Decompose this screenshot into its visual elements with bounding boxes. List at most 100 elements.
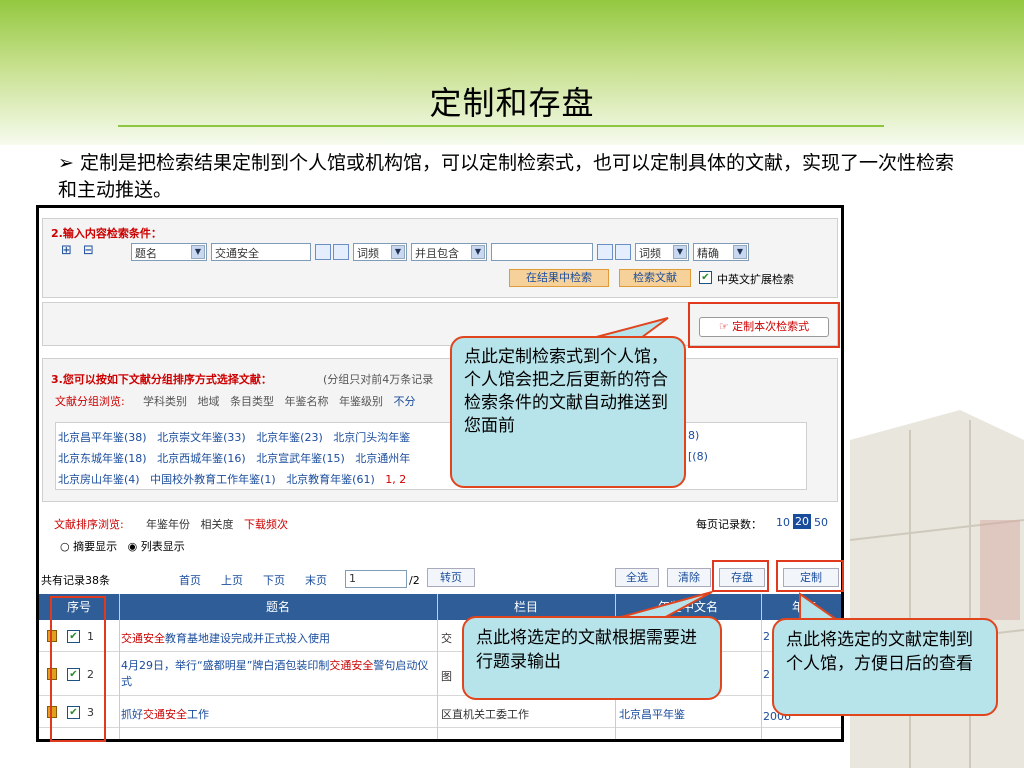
group-link[interactable]: 北京东城年鉴(18) (58, 452, 147, 465)
table-row: ✔ 3 抓好交通安全工作 区直机关工委工作 北京昌平年鉴 2006 (39, 696, 841, 728)
sort-panel: 文献排序浏览: 年鉴年份 相关度 下载频次 每页记录数： 10 20 50 ○ … (42, 508, 838, 568)
sort-by-relevance[interactable]: 相关度 (201, 518, 234, 531)
group-none[interactable]: 不分 (394, 395, 416, 408)
field-select[interactable]: 题名 ▼ (131, 243, 207, 261)
clear-button[interactable]: 清除 (667, 568, 711, 587)
per-page-50[interactable]: 50 (814, 516, 828, 529)
chevron-down-icon: ▼ (191, 245, 205, 259)
group-link[interactable]: 北京西城年鉴(16) (157, 452, 246, 465)
sort-by-year[interactable]: 年鉴年份 (146, 518, 190, 531)
callout-save: 点此将选定的文献根据需要进行题录输出 (462, 616, 722, 700)
group-subject[interactable]: 学科类别 (143, 395, 187, 408)
frequency-select-1[interactable]: 词频 ▼ (353, 243, 407, 261)
callout-customize: 点此将选定的文献定制到个人馆，方便日后的查看 (772, 618, 998, 716)
row-column: 交 (441, 632, 452, 645)
row-column: 区直机关工委工作 (441, 708, 529, 721)
row-title[interactable]: 抓好交通安全工作 (121, 706, 209, 722)
cn-en-label: 中英文扩展检索 (717, 273, 794, 286)
view-mode: ○ 摘要显示 ◉ 列表显示 (60, 538, 185, 554)
group-options: 学科类别 地域 条目类型 年鉴名称 年鉴级别 不分 (143, 393, 416, 409)
radio-list[interactable]: ◉ (128, 540, 138, 553)
query-input-2[interactable] (491, 243, 593, 261)
group-link[interactable]: 北京宣武年鉴(15) (256, 452, 345, 465)
group-link[interactable]: 北京崇文年鉴(33) (157, 431, 246, 444)
dictionary-icon[interactable] (315, 244, 331, 260)
group-region[interactable]: 地域 (198, 395, 220, 408)
group-link[interactable]: 北京教育年鉴(61) (286, 473, 375, 486)
group-link-tail[interactable]: [(8) (688, 450, 708, 463)
screenshot-frame: 2.输入内容检索条件： ⊞ ⊟ 题名 ▼ 交通安全 词频 ▼ 并且包含 ▼ 词频 ▼ 精… (36, 205, 844, 742)
related-words-icon[interactable] (615, 244, 631, 260)
cn-en-checkbox[interactable]: ✔ (699, 271, 712, 284)
query-input-1[interactable]: 交通安全 (211, 243, 311, 261)
row-year: 2 (763, 630, 770, 643)
pager-last[interactable]: 末页 (305, 572, 327, 588)
go-page-button[interactable]: 转页 (427, 568, 475, 587)
slide-title: 定制和存盘 (429, 84, 595, 122)
group-page-links[interactable]: 1, 2 (385, 473, 406, 486)
frequency-select-2[interactable]: 词频 ▼ (635, 243, 689, 261)
pager-first[interactable]: 首页 (179, 572, 201, 588)
sort-options: 年鉴年份 相关度 下载频次 (146, 516, 288, 532)
table-divider (761, 594, 762, 739)
group-link[interactable]: 北京房山年鉴(4) (58, 473, 140, 486)
group-links-row: 北京昌平年鉴(38) 北京崇文年鉴(33) 北京年鉴(23) 北京门头沟年鉴 (58, 429, 410, 445)
col-year[interactable]: 年鉴 (761, 594, 841, 620)
sort-by-downloads[interactable]: 下载频次 (244, 518, 288, 531)
table-divider (437, 594, 438, 739)
pager-prev[interactable]: 上页 (221, 572, 243, 588)
row-year: 2 (763, 668, 770, 681)
per-page-20[interactable]: 20 (793, 514, 811, 529)
group-link[interactable]: 北京年鉴(23) (256, 431, 323, 444)
group-link[interactable]: 中国校外教育工作年鉴(1) (150, 473, 276, 486)
dictionary-icon[interactable] (597, 244, 613, 260)
view-list-label: 列表显示 (140, 540, 185, 553)
row-yearbook[interactable]: 北京昌平年鉴 (619, 706, 685, 722)
table-divider (119, 594, 120, 739)
radio-abstract[interactable]: ○ (60, 540, 70, 553)
search-heading: 2.输入内容检索条件： (51, 227, 162, 240)
select-all-button[interactable]: 全选 (615, 568, 659, 587)
pager-next[interactable]: 下页 (263, 572, 285, 588)
per-page-10[interactable]: 10 (776, 516, 790, 529)
collapse-icon[interactable]: ⊟ (83, 243, 94, 258)
view-abstract-label: 摘要显示 (73, 540, 118, 553)
logic-select[interactable]: 并且包含 ▼ (411, 243, 487, 261)
highlight-save (712, 560, 769, 592)
grouping-panel: 3.您可以按如下文献分组排序方式选择文献： (分组只对前4万条记录 文献分组浏览… (42, 358, 838, 502)
chevron-down-icon: ▼ (471, 245, 485, 259)
grouping-note: (分组只对前4万条记录 (323, 373, 434, 386)
callout-custom-query: 点此定制检索式到个人馆，个人馆会把之后更新的符合检索条件的文献自动推送到您面前 (450, 336, 686, 488)
group-yearbook-name[interactable]: 年鉴名称 (285, 395, 329, 408)
highlight-customize (776, 560, 844, 592)
group-link[interactable]: 北京昌平年鉴(38) (58, 431, 147, 444)
row-column: 图 (441, 670, 452, 683)
match-select[interactable]: 精确 ▼ (693, 243, 749, 261)
results-table-header: 序号 题名 栏目 年鉴中文名 年鉴 (39, 594, 841, 620)
chevron-down-icon: ▼ (391, 245, 405, 259)
related-words-icon[interactable] (333, 244, 349, 260)
slide-bullet-text: ➢ 定制是把检索结果定制到个人馆或机构馆，可以定制检索式，也可以定制具体的文献，… (58, 152, 954, 201)
row-title[interactable]: 交通安全教育基地建设完成并正式投入使用 (121, 630, 330, 646)
group-yearbook-level[interactable]: 年鉴级别 (339, 395, 383, 408)
highlight-custom-query (688, 302, 840, 348)
group-link[interactable]: 北京门头沟年鉴 (333, 431, 410, 444)
search-button[interactable]: 检索文献 (619, 269, 691, 287)
search-in-results-button[interactable]: 在结果中检索 (509, 269, 609, 287)
sort-label: 文献排序浏览: (54, 518, 124, 531)
chevron-down-icon: ▼ (733, 245, 747, 259)
expand-icon[interactable]: ⊞ (61, 243, 72, 258)
per-page-label: 每页记录数： (696, 518, 762, 531)
group-links-box: 北京昌平年鉴(38) 北京崇文年鉴(33) 北京年鉴(23) 北京门头沟年鉴 8… (55, 422, 807, 490)
col-title[interactable]: 题名 (119, 594, 437, 620)
group-link[interactable]: 北京通州年 (355, 452, 410, 465)
table-row: ✔ 2 4月29日，举行“盛都明星”牌白酒包装印制交通安全警句启动仪式 图 2 (39, 652, 841, 696)
group-entry-type[interactable]: 条目类型 (230, 395, 274, 408)
table-row: ✔ 1 交通安全教育基地建设完成并正式投入使用 交 2 (39, 620, 841, 652)
row-title[interactable]: 4月29日，举行“盛都明星”牌白酒包装印制交通安全警句启动仪式 (121, 658, 431, 690)
group-links-row: 北京东城年鉴(18) 北京西城年鉴(16) 北京宣武年鉴(15) 北京通州年 (58, 450, 410, 466)
title-divider (118, 125, 884, 127)
page-input[interactable]: 1 (345, 570, 407, 588)
group-link-tail[interactable]: 8) (688, 429, 699, 442)
highlight-checkboxes (50, 596, 106, 742)
